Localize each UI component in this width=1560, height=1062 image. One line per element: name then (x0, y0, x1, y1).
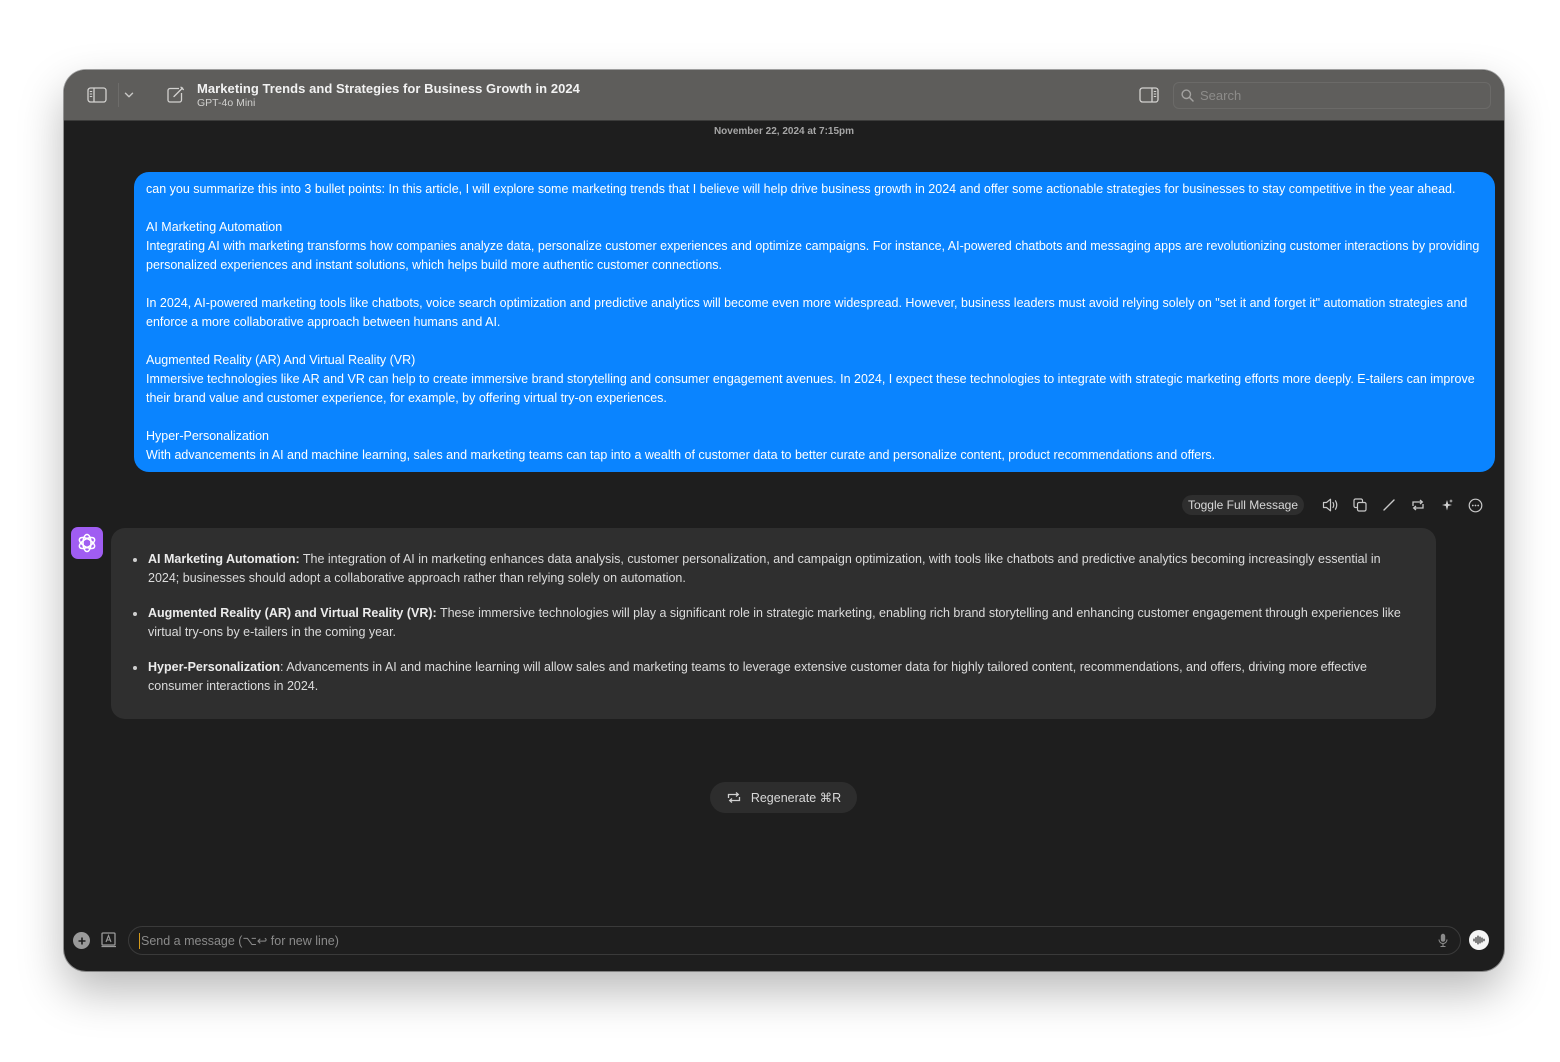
voice-mode-button[interactable] (1469, 930, 1489, 950)
title-block: Marketing Trends and Strategies for Busi… (197, 81, 580, 109)
bullet-text: The integration of AI in marketing enhan… (148, 552, 1381, 585)
assistant-message-bubble[interactable]: AI Marketing Automation: The integration… (111, 528, 1436, 719)
openai-logo-icon (75, 531, 99, 555)
bullet-title: Augmented Reality (AR) and Virtual Reali… (148, 606, 437, 620)
retry-icon[interactable] (1403, 495, 1432, 515)
regenerate-button[interactable]: Regenerate ⌘R (710, 782, 857, 813)
sparkle-icon[interactable] (1432, 495, 1461, 515)
app-window: Marketing Trends and Strategies for Busi… (64, 70, 1504, 971)
sidebar-toggle-icon[interactable] (86, 85, 108, 105)
message-input[interactable] (139, 932, 1436, 949)
user-message-heading: Hyper-Personalization (146, 429, 269, 443)
waveform-icon (1473, 935, 1485, 945)
regenerate-label: Regenerate ⌘R (750, 791, 842, 805)
user-message-paragraph: With advancements in AI and machine lear… (146, 448, 1216, 462)
bullet-text: : Advancements in AI and machine learnin… (148, 660, 1367, 693)
edit-icon[interactable] (1374, 495, 1403, 515)
chat-title: Marketing Trends and Strategies for Busi… (197, 81, 580, 96)
prompt-library-icon[interactable] (100, 931, 118, 949)
user-message-paragraph: Immersive technologies like AR and VR ca… (146, 372, 1475, 405)
summary-bullet: AI Marketing Automation: The integration… (132, 550, 1406, 588)
bullet-title: AI Marketing Automation: (148, 552, 300, 566)
user-message-paragraph: Integrating AI with marketing transforms… (146, 239, 1480, 272)
user-message-paragraph: In 2024, AI-powered marketing tools like… (146, 296, 1468, 329)
summary-bullet: Augmented Reality (AR) and Virtual Reali… (132, 604, 1406, 642)
speaker-icon[interactable] (1316, 495, 1345, 515)
user-message-bubble[interactable]: can you summarize this into 3 bullet poi… (134, 172, 1495, 472)
bullet-title: Hyper-Personalization (148, 660, 280, 674)
add-attachment-icon[interactable] (73, 932, 90, 949)
search-field[interactable] (1173, 82, 1491, 109)
assistant-avatar (71, 527, 103, 559)
compose-icon[interactable] (164, 84, 186, 106)
toolbar-divider (118, 83, 119, 107)
toggle-full-message-button[interactable]: Toggle Full Message (1181, 495, 1304, 515)
message-timestamp: November 22, 2024 at 7:15pm (713, 126, 855, 137)
model-name[interactable]: GPT-4o Mini (197, 97, 580, 109)
inspector-toggle-icon[interactable] (1138, 85, 1160, 105)
title-bar: Marketing Trends and Strategies for Busi… (64, 70, 1504, 121)
more-icon[interactable] (1461, 495, 1490, 515)
message-actions: Toggle Full Message (1181, 494, 1490, 516)
user-message-heading: Augmented Reality (AR) And Virtual Reali… (146, 353, 416, 367)
summary-list: AI Marketing Automation: The integration… (132, 550, 1406, 696)
search-input[interactable] (1200, 88, 1480, 103)
message-composer[interactable] (128, 926, 1461, 955)
user-message-heading: AI Marketing Automation (146, 220, 283, 234)
search-icon (1181, 89, 1194, 102)
regenerate-icon (726, 791, 742, 804)
microphone-icon[interactable] (1436, 932, 1450, 950)
summary-bullet: Hyper-Personalization: Advancements in A… (132, 658, 1406, 696)
chevron-down-icon[interactable] (122, 86, 136, 104)
user-message-paragraph: can you summarize this into 3 bullet poi… (146, 182, 1456, 196)
copy-icon[interactable] (1345, 495, 1374, 515)
